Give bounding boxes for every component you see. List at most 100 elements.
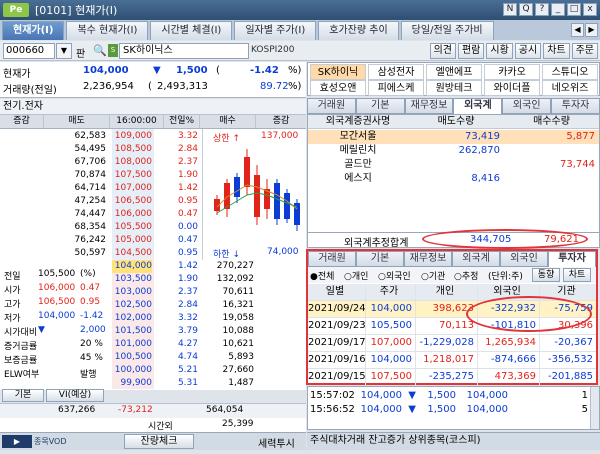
bid-price[interactable]: 100,000 [112,364,152,377]
tab-compare[interactable]: 당일/전일 주가비 [400,21,494,40]
tab-investor[interactable]: 투자자 [551,98,600,114]
investor-row[interactable]: 2021/09/16 104,000 1,218,017 -874,666 -356,5… [308,352,596,369]
ask-price[interactable]: 106,000 [112,208,152,221]
tick-scrollbar[interactable] [590,387,599,429]
help-button[interactable]: ? [535,3,549,16]
market-news-button[interactable]: 시황 [486,43,513,59]
peer-stock[interactable]: 와이더플 [484,80,540,96]
ask-price[interactable]: 105,500 [112,221,152,234]
tab-scroll-right-icon[interactable]: ▶ [585,23,598,37]
opinion-button[interactable]: 의견 [429,43,456,59]
ask-price[interactable]: 108,500 [112,143,152,156]
remaining-check-button[interactable]: 잔량체크 [124,434,194,449]
ask-price[interactable]: 105,000 [112,234,152,247]
radio-institution[interactable]: ○기관 [421,269,445,282]
foreign-row[interactable]: 메릴린치 262,870 [308,144,599,158]
tab-multi-price[interactable]: 복수 현재가(I) [66,21,149,40]
investor-chart-button[interactable]: 차트 [563,268,591,282]
board-selector[interactable]: 판 [76,45,85,60]
bid-pct: 4.74 [177,352,198,362]
foreign-row[interactable]: 골드만 73,744 [308,158,599,172]
tab-time-trades[interactable]: 시간별 체결(I) [150,21,233,40]
bid-price[interactable]: 99,900 [112,377,153,390]
tab-current-price[interactable]: 현재가(I) [2,21,65,40]
peer-stock[interactable]: 엘앤에프 [426,64,482,80]
investor-tab-broker[interactable]: 거래원 [308,251,356,267]
investor-tab-investor[interactable]: 투자자 [548,251,596,267]
stock-name-field[interactable]: SK하이닉스 [119,43,249,59]
investor-row[interactable]: 2021/09/17 107,000 -1,229,028 1,265,934 -20,… [308,335,596,352]
search-icon[interactable]: 🔍 [93,44,107,57]
maximize-button[interactable]: □ [567,3,581,16]
stock-code-input[interactable]: 000660 [3,43,55,59]
bid-qty: 1,487 [228,378,254,388]
bid-price[interactable]: 100,500 [112,351,152,364]
peer-stock[interactable]: 스튜디오 [542,64,598,80]
status-ticker[interactable]: 주식대차거래 잔고증가 상위종목(코스피) [307,432,600,450]
ask-price[interactable]: 107,000 [112,182,152,195]
ask-price[interactable]: 107,500 [112,169,152,182]
investor-tab-basic[interactable]: 기본 [356,251,404,267]
bid-price[interactable]: 103,500 [112,273,152,286]
tab-financial[interactable]: 재무정보 [404,98,454,114]
broker-sell [408,158,504,172]
radio-all[interactable]: ●전체 [310,269,334,282]
window-q-button[interactable]: Q [519,3,533,16]
tab-order-remaining[interactable]: 호가잔량 추이 [318,21,399,40]
peer-stock[interactable]: 피에스케 [368,80,424,96]
investor-row[interactable]: 2021/09/15 107,500 -235,275 473,369 -201,885 [308,369,596,386]
bid-qty: 132,092 [216,274,254,284]
chevron-down-icon[interactable]: ▼ [56,43,72,59]
peer-stock[interactable]: 원방테크 [426,80,482,96]
tab-basic[interactable]: 기본 [355,98,405,114]
bid-price[interactable]: 102,500 [112,299,152,312]
ask-price[interactable]: 108,000 [112,156,152,169]
bid-price[interactable]: 103,000 [112,286,152,299]
ask-price[interactable]: 106,500 [112,195,152,208]
peer-stock[interactable]: 효성오앤 [310,80,366,96]
radio-individual[interactable]: ○개인 [344,269,368,282]
investor-tab-foreigner[interactable]: 외국인 [500,251,548,267]
change-percent: -1.42 [250,65,279,76]
broker-name: 에스지 [344,173,372,184]
investor-institution: -20,367 [554,337,593,348]
radio-foreigner[interactable]: ○외국인 [378,269,411,282]
tab-daily-price[interactable]: 일자별 주가(I) [234,21,317,40]
radio-estimate[interactable]: ○추정 [454,269,478,282]
chart-button[interactable]: 차트 [543,43,570,59]
power-view-button[interactable]: 세력투시 [258,435,295,450]
investor-institution: -356,532 [548,354,593,365]
investor-tab-foreign-broker[interactable]: 외국계 [452,251,500,267]
close-button[interactable]: x [583,3,597,16]
peer-stock[interactable]: 삼성전자 [368,64,424,80]
ask-pct: 0.00 [177,222,198,232]
bid-price[interactable]: 101,000 [112,338,152,351]
ask-price[interactable]: 104,500 [112,247,152,260]
peer-stock[interactable]: 카카오 [484,64,540,80]
info-unit: 2,000 [80,325,106,335]
investor-tab-financial[interactable]: 재무정보 [404,251,452,267]
bid-price[interactable]: 101,500 [112,325,152,338]
minimize-button[interactable]: _ [551,3,565,16]
disclosure-button[interactable]: 공시 [514,43,542,59]
order-button[interactable]: 주문 [571,43,598,59]
bid-price[interactable]: 104,000 [112,260,152,273]
vod-link[interactable]: 종목VOD [34,436,67,447]
trend-button[interactable]: 동향 [532,268,560,282]
highlight-oval-investor [466,296,592,332]
tick-price: 104,000 [360,390,402,401]
tab-foreigner[interactable]: 외국인 [502,98,552,114]
foreign-row[interactable]: 에스지 8,416 [308,172,599,186]
window-n-button[interactable]: N [503,3,517,16]
vi-button[interactable]: VI(예상) [46,389,104,402]
handbook-button[interactable]: 편람 [457,43,485,59]
ask-price[interactable]: 109,000 [112,130,152,143]
bid-price[interactable]: 102,000 [112,312,152,325]
peer-stock[interactable]: SK하이닉 [310,64,366,80]
tab-foreign-broker[interactable]: 외국계 [453,98,503,114]
tab-scroll-left-icon[interactable]: ◀ [571,23,584,37]
tab-broker[interactable]: 거래원 [307,98,356,114]
foreign-row[interactable]: 모간서울 73,419 5,877 [308,130,599,144]
basic-button[interactable]: 기본 [2,389,44,402]
peer-stock[interactable]: 네오위즈 [542,80,598,96]
